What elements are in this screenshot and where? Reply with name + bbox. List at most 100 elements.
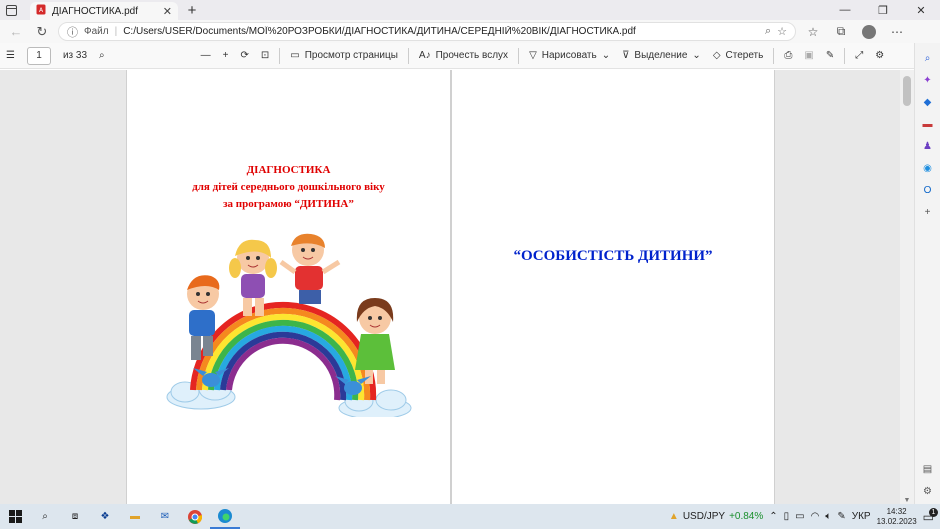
save-as-icon[interactable]: ✎ bbox=[820, 50, 840, 61]
pdf-toolbar: ☰ 1 из 33 ⌕ — + ⟳ ⊡ ▭ Просмотр страницы … bbox=[0, 43, 940, 69]
volume-icon[interactable]: 🔈︎ bbox=[825, 511, 831, 522]
tray-chevron-up-icon[interactable]: ⌃ bbox=[769, 511, 777, 522]
dropbox-icon[interactable]: ❖ bbox=[90, 504, 120, 529]
tab-title: ДІАГНОСТИКА.pdf bbox=[52, 5, 138, 17]
eraser-icon: ◇ bbox=[712, 50, 721, 61]
info-icon[interactable]: ⓘ bbox=[67, 24, 78, 40]
page-view-button[interactable]: ▭ Просмотр страницы bbox=[284, 50, 404, 61]
highlight-label: Выделение bbox=[634, 50, 688, 61]
chevron-down-icon[interactable]: ⌄ bbox=[692, 50, 700, 61]
favorites-icon[interactable]: ☆ bbox=[802, 25, 824, 39]
tab-pdf[interactable]: A ДІАГНОСТИКА.pdf ✕ bbox=[30, 2, 178, 20]
url-field[interactable]: ⓘ Файл | C:/Users/USER/Documents/МОЇ%20Р… bbox=[58, 22, 796, 41]
pdf-page-left: ДІАГНОСТИКА для дітей середнього дошкіль… bbox=[126, 70, 451, 504]
title-bar: A ДІАГНОСТИКА.pdf ✕ + — ❐ ✕ bbox=[0, 0, 940, 20]
stock-label: USD/JPY bbox=[682, 511, 726, 522]
stock-change: +0.84% bbox=[729, 511, 764, 522]
minimize-icon[interactable]: — bbox=[826, 0, 864, 20]
read-aloud-icon: A♪ bbox=[418, 50, 431, 61]
fit-page-icon[interactable]: ⊡ bbox=[255, 50, 275, 61]
back-icon[interactable]: ← bbox=[6, 24, 26, 39]
erase-label: Стереть bbox=[725, 50, 764, 61]
doc-title-line1: ДІАГНОСТИКА bbox=[246, 164, 331, 176]
pen-icon[interactable]: ✎ bbox=[837, 511, 845, 522]
section-title: “ОСОБИСТІСТЬ ДИТИНИ” bbox=[513, 248, 713, 264]
tag-icon[interactable]: ◆ bbox=[921, 95, 935, 109]
circle-app-icon[interactable]: ◉ bbox=[921, 161, 935, 175]
url-path[interactable]: C:/Users/USER/Documents/МОЇ%20РОЗРОБКИ/Д… bbox=[123, 26, 759, 37]
mail-icon[interactable]: ✉ bbox=[150, 504, 180, 529]
page-number-input[interactable]: 1 bbox=[26, 46, 51, 65]
task-view-icon[interactable]: ⧈ bbox=[60, 504, 90, 529]
add-icon[interactable]: + bbox=[921, 205, 935, 219]
windows-taskbar: ⌕ ⧈ ❖ ▬ ✉ ▲ USD/JPY +0.84% ⌃ ▯ ▭ ◠ 🔈︎ ✎ … bbox=[0, 504, 940, 529]
wifi-icon[interactable]: ◠ bbox=[811, 511, 820, 522]
sidebar-layout-icon[interactable]: ▤ bbox=[921, 462, 935, 476]
battery-icon[interactable]: ▭ bbox=[795, 511, 804, 522]
rainbow-children-illustration bbox=[166, 233, 412, 417]
maximize-icon[interactable]: ❐ bbox=[864, 0, 902, 20]
zoom-icon[interactable]: ⌕ bbox=[765, 25, 771, 38]
edge-icon[interactable] bbox=[210, 504, 240, 529]
scroll-down-icon[interactable]: ▼ bbox=[900, 497, 914, 504]
notifications-icon[interactable]: ▭ 1 bbox=[923, 507, 938, 524]
notification-count: 1 bbox=[929, 507, 938, 517]
sidebar-settings-icon[interactable]: ⚙ bbox=[921, 484, 935, 498]
pdf-file-icon: A bbox=[36, 4, 46, 18]
outlook-icon[interactable]: O bbox=[921, 183, 935, 197]
profile-avatar[interactable] bbox=[862, 24, 876, 39]
stock-widget[interactable]: ▲ USD/JPY +0.84% bbox=[669, 511, 763, 522]
draw-button[interactable]: ▽ Нарисовать ⌄ bbox=[523, 50, 616, 61]
games-icon[interactable]: ♟ bbox=[921, 139, 935, 153]
draw-icon: ▽ bbox=[529, 50, 537, 61]
close-tab-icon[interactable]: ✕ bbox=[163, 5, 172, 18]
clock-date: 13.02.2023 bbox=[876, 516, 917, 526]
more-menu-icon[interactable]: ⋯ bbox=[886, 25, 908, 39]
page-total: из 33 bbox=[62, 50, 88, 61]
collections-icon[interactable]: ⧉ bbox=[830, 24, 852, 39]
fullscreen-icon[interactable]: ⤢ bbox=[849, 50, 869, 61]
url-site-label: Файл bbox=[84, 26, 109, 37]
url-separator: | bbox=[114, 26, 118, 37]
save-icon[interactable]: ▣ bbox=[798, 50, 819, 61]
print-icon[interactable]: ⎙ bbox=[778, 50, 798, 61]
find-icon[interactable]: ⌕ bbox=[93, 50, 111, 61]
file-explorer-icon[interactable]: ▬ bbox=[120, 504, 150, 529]
scrollbar-thumb[interactable] bbox=[903, 76, 911, 106]
chevron-down-icon[interactable]: ⌄ bbox=[602, 50, 610, 61]
add-favorite-icon[interactable]: ☆ bbox=[777, 25, 787, 38]
doc-title-line3: за програмою “ДИТИНА” bbox=[223, 198, 354, 210]
zoom-in-icon[interactable]: + bbox=[217, 50, 235, 61]
close-window-icon[interactable]: ✕ bbox=[902, 0, 940, 20]
read-aloud-label: Прочесть вслух bbox=[435, 50, 509, 61]
erase-button[interactable]: ◇ Стереть bbox=[707, 50, 770, 61]
language-indicator[interactable]: УКР bbox=[852, 511, 871, 522]
refresh-icon[interactable]: ↻ bbox=[32, 24, 52, 40]
search-icon[interactable]: ⌕ bbox=[921, 51, 935, 65]
network-icon[interactable]: ▯ bbox=[784, 511, 790, 522]
contents-icon[interactable]: ☰ bbox=[0, 50, 21, 61]
doc-title-line2: для дітей середнього дошкільного віку bbox=[192, 181, 385, 193]
rotate-icon[interactable]: ⟳ bbox=[235, 50, 255, 61]
page-view-label: Просмотр страницы bbox=[304, 50, 398, 61]
settings-gear-icon[interactable]: ⚙ bbox=[869, 50, 890, 61]
pdf-viewer[interactable]: ДІАГНОСТИКА для дітей середнього дошкіль… bbox=[0, 70, 900, 504]
draw-label: Нарисовать bbox=[541, 50, 597, 61]
sparkle-icon[interactable]: ✦ bbox=[921, 73, 935, 87]
chrome-icon[interactable] bbox=[180, 504, 210, 529]
edge-sidebar: ⌕ ✦ ◆ ▬ ♟ ◉ O + ▤ ⚙ bbox=[914, 43, 940, 504]
stock-icon: ▲ bbox=[668, 511, 679, 522]
highlight-icon: ⊽ bbox=[622, 50, 630, 61]
highlight-button[interactable]: ⊽ Выделение ⌄ bbox=[616, 50, 707, 61]
tools-icon[interactable]: ▬ bbox=[921, 117, 935, 131]
windows-start-icon[interactable] bbox=[0, 504, 30, 529]
taskbar-search-icon[interactable]: ⌕ bbox=[30, 504, 60, 529]
clock[interactable]: 14:32 13.02.2023 bbox=[877, 507, 917, 527]
clock-time: 14:32 bbox=[886, 506, 907, 516]
zoom-out-icon[interactable]: — bbox=[195, 50, 217, 61]
tab-actions-icon[interactable] bbox=[0, 0, 22, 20]
read-aloud-button[interactable]: A♪ Прочесть вслух bbox=[413, 50, 514, 61]
vertical-scrollbar[interactable]: ▼ bbox=[900, 70, 914, 504]
address-bar: ← ↻ ⓘ Файл | C:/Users/USER/Documents/МОЇ… bbox=[0, 20, 940, 43]
new-tab-button[interactable]: + bbox=[182, 0, 202, 20]
